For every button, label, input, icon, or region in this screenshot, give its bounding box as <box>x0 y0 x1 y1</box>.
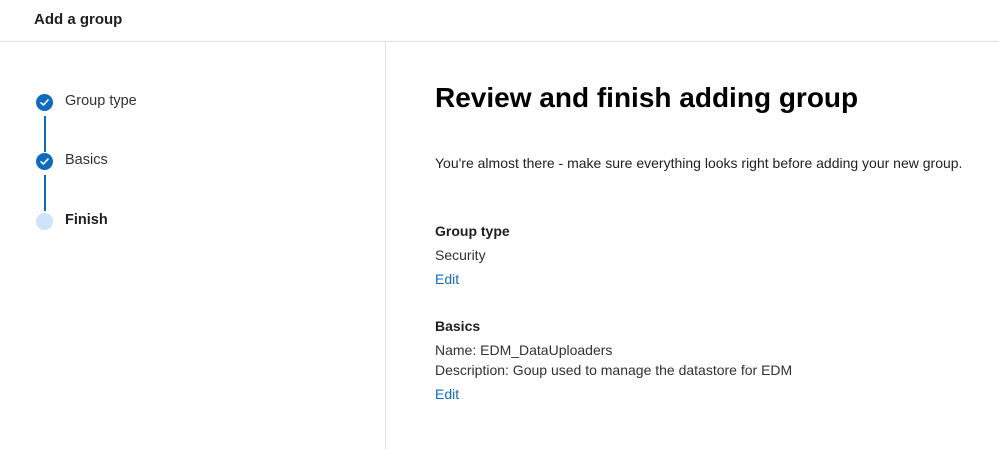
edit-group-type-link[interactable]: Edit <box>435 271 459 287</box>
page-title: Review and finish adding group <box>435 82 859 113</box>
step-connector <box>44 116 46 152</box>
step-label: Basics <box>65 152 108 168</box>
section-heading-group-type: Group type <box>435 223 510 239</box>
intro-text: You're almost there - make sure everythi… <box>435 155 963 171</box>
checkmark-icon <box>36 153 53 170</box>
review-content: Review and finish adding group You're al… <box>387 42 999 449</box>
basics-name-value: Name: EDM_DataUploaders <box>435 342 613 358</box>
step-label: Finish <box>65 212 108 228</box>
panel-header: Add a group <box>0 0 999 42</box>
step-connector <box>44 175 46 211</box>
current-step-icon <box>36 213 53 230</box>
section-heading-basics: Basics <box>435 318 481 334</box>
panel-title: Add a group <box>34 11 123 28</box>
step-label: Group type <box>65 93 137 109</box>
wizard-steps-panel: Group type Basics Finish <box>0 42 386 449</box>
group-type-value: Security <box>435 247 486 263</box>
basics-description-value: Description: Goup used to manage the dat… <box>435 362 793 378</box>
checkmark-icon <box>36 94 53 111</box>
edit-basics-link[interactable]: Edit <box>435 386 459 402</box>
